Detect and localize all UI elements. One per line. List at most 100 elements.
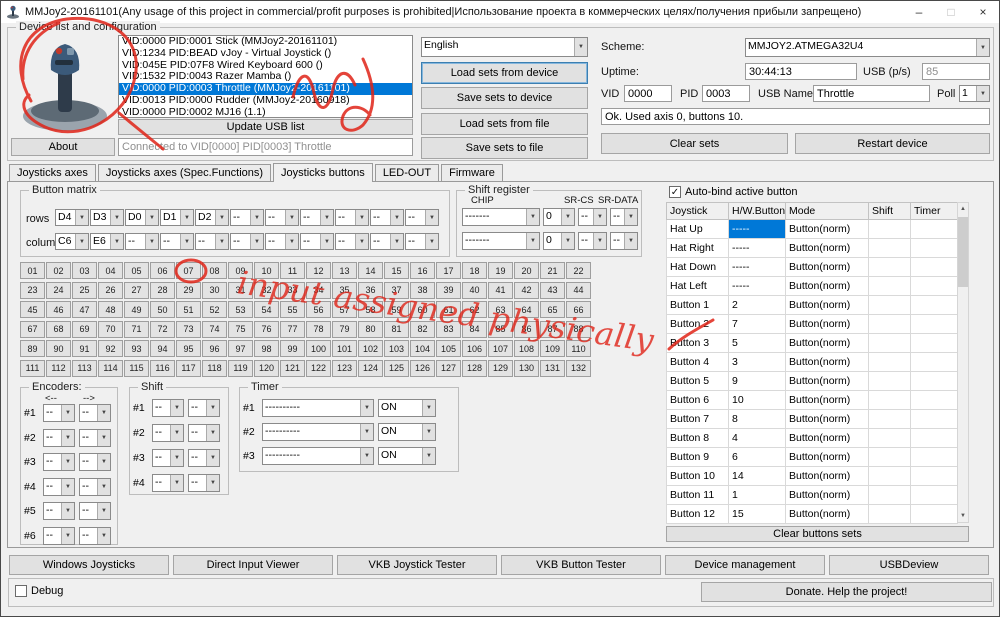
clear-sets-button[interactable]: Clear sets xyxy=(601,133,788,154)
close-icon[interactable]: × xyxy=(967,2,999,23)
bindings-cell[interactable]: Hat Up xyxy=(666,219,729,239)
matrix-column-select[interactable]: -- ▼ xyxy=(335,233,369,250)
shift-first-select[interactable]: -- ▼ xyxy=(152,424,184,442)
tab-led-out[interactable]: LED-OUT xyxy=(374,164,440,181)
scrollbar-thumb[interactable] xyxy=(958,217,968,287)
shift-first-select[interactable]: -- ▼ xyxy=(152,399,184,417)
matrix-button-106[interactable]: 106 xyxy=(462,340,487,358)
bindings-cell[interactable]: Button 11 xyxy=(666,485,729,505)
timer-on-select[interactable]: ON ▼ xyxy=(378,447,436,465)
bottom-button-vkb-joystick-tester[interactable]: VKB Joystick Tester xyxy=(337,555,497,575)
device-list-item[interactable]: VID:0000 PID:0002 MJ16 (1.1) xyxy=(119,106,412,117)
matrix-button-42[interactable]: 42 xyxy=(514,281,539,299)
matrix-button-37[interactable]: 37 xyxy=(384,281,409,299)
bindings-cell[interactable]: 2 xyxy=(728,295,786,315)
matrix-button-96[interactable]: 96 xyxy=(202,340,227,358)
tab-joysticks-buttons[interactable]: Joysticks buttons xyxy=(273,163,373,182)
load-sets-from-file-button[interactable]: Load sets from file xyxy=(421,113,588,135)
matrix-button-113[interactable]: 113 xyxy=(72,359,97,377)
table-row[interactable]: Button 11 1 Button(norm) xyxy=(666,485,958,505)
scheme-select[interactable]: MMJOY2.ATMEGA32U4 ▼ xyxy=(745,38,990,57)
sr-chip-select[interactable]: ------- ▼ xyxy=(462,232,540,250)
encoder-left-select[interactable]: -- ▼ xyxy=(43,477,75,496)
matrix-button-69[interactable]: 69 xyxy=(72,320,97,338)
bindings-cell[interactable] xyxy=(910,504,958,524)
matrix-button-27[interactable]: 27 xyxy=(124,281,149,299)
matrix-button-88[interactable]: 88 xyxy=(566,320,591,338)
matrix-button-12[interactable]: 12 xyxy=(306,262,331,279)
matrix-button-131[interactable]: 131 xyxy=(540,359,565,377)
bindings-cell[interactable]: Button(norm) xyxy=(785,257,869,277)
table-row[interactable]: Button 9 6 Button(norm) xyxy=(666,447,958,467)
matrix-button-87[interactable]: 87 xyxy=(540,320,565,338)
matrix-button-102[interactable]: 102 xyxy=(358,340,383,358)
matrix-button-38[interactable]: 38 xyxy=(410,281,435,299)
encoder-left-select[interactable]: -- ▼ xyxy=(43,526,75,545)
matrix-button-116[interactable]: 116 xyxy=(150,359,175,377)
matrix-button-80[interactable]: 80 xyxy=(358,320,383,338)
scroll-down-icon[interactable]: ▼ xyxy=(958,510,968,522)
bindings-cell[interactable] xyxy=(868,485,911,505)
bindings-cell[interactable] xyxy=(910,485,958,505)
sr-num-select[interactable]: 0 ▼ xyxy=(543,232,575,250)
matrix-button-127[interactable]: 127 xyxy=(436,359,461,377)
bindings-cell[interactable]: Button 2 xyxy=(666,314,729,334)
matrix-button-23[interactable]: 23 xyxy=(20,281,45,299)
sr-cs-select[interactable]: -- ▼ xyxy=(578,232,607,250)
device-list-item[interactable]: VID:1234 PID:BEAD vJoy - Virtual Joystic… xyxy=(119,47,412,60)
matrix-row-select[interactable]: D0 ▼ xyxy=(125,209,159,226)
shift-second-select[interactable]: -- ▼ xyxy=(188,399,220,417)
matrix-button-20[interactable]: 20 xyxy=(514,262,539,279)
matrix-button-51[interactable]: 51 xyxy=(176,301,201,319)
bindings-cell[interactable]: 5 xyxy=(728,333,786,353)
bindings-cell[interactable]: Button 4 xyxy=(666,352,729,372)
shift-second-select[interactable]: -- ▼ xyxy=(188,474,220,492)
bindings-cell[interactable] xyxy=(868,466,911,486)
bindings-cell[interactable] xyxy=(910,238,958,258)
matrix-button-118[interactable]: 118 xyxy=(202,359,227,377)
table-row[interactable]: Hat Down ----- Button(norm) xyxy=(666,257,958,277)
bindings-cell[interactable]: Button(norm) xyxy=(785,352,869,372)
matrix-button-13[interactable]: 13 xyxy=(332,262,357,279)
bindings-cell[interactable] xyxy=(910,257,958,277)
matrix-button-107[interactable]: 107 xyxy=(488,340,513,358)
matrix-button-115[interactable]: 115 xyxy=(124,359,149,377)
poll-select[interactable]: 1 ▼ xyxy=(959,85,990,102)
bindings-cell[interactable] xyxy=(868,276,911,296)
bindings-cell[interactable] xyxy=(910,314,958,334)
matrix-row-select[interactable]: D3 ▼ xyxy=(90,209,124,226)
matrix-button-22[interactable]: 22 xyxy=(566,262,591,279)
tab-joysticks-axes-spec-functions[interactable]: Joysticks axes (Spec.Functions) xyxy=(97,164,272,181)
matrix-column-select[interactable]: -- ▼ xyxy=(265,233,299,250)
matrix-button-54[interactable]: 54 xyxy=(254,301,279,319)
matrix-column-select[interactable]: -- ▼ xyxy=(195,233,229,250)
bindings-cell[interactable]: 15 xyxy=(728,504,786,524)
bindings-cell[interactable]: ----- xyxy=(728,276,786,296)
table-row[interactable]: Button 12 15 Button(norm) xyxy=(666,504,958,524)
matrix-button-9[interactable]: 09 xyxy=(228,262,253,279)
matrix-button-83[interactable]: 83 xyxy=(436,320,461,338)
tab-firmware[interactable]: Firmware xyxy=(441,164,503,181)
matrix-button-82[interactable]: 82 xyxy=(410,320,435,338)
bindings-cell[interactable]: ----- xyxy=(728,238,786,258)
bindings-cell[interactable] xyxy=(910,447,958,467)
matrix-button-62[interactable]: 62 xyxy=(462,301,487,319)
shift-first-select[interactable]: -- ▼ xyxy=(152,474,184,492)
bindings-cell[interactable] xyxy=(910,466,958,486)
matrix-button-58[interactable]: 58 xyxy=(358,301,383,319)
matrix-button-57[interactable]: 57 xyxy=(332,301,357,319)
matrix-button-53[interactable]: 53 xyxy=(228,301,253,319)
matrix-button-10[interactable]: 10 xyxy=(254,262,279,279)
bindings-cell[interactable] xyxy=(868,428,911,448)
clear-buttons-sets-button[interactable]: Clear buttons sets xyxy=(666,526,969,542)
matrix-row-select[interactable]: D4 ▼ xyxy=(55,209,89,226)
matrix-button-4[interactable]: 04 xyxy=(98,262,123,279)
matrix-button-122[interactable]: 122 xyxy=(306,359,331,377)
matrix-button-52[interactable]: 52 xyxy=(202,301,227,319)
bindings-cell[interactable]: 7 xyxy=(728,314,786,334)
bindings-cell[interactable] xyxy=(868,504,911,524)
restart-device-button[interactable]: Restart device xyxy=(795,133,990,154)
sr-data-select[interactable]: -- ▼ xyxy=(610,232,638,250)
matrix-column-select[interactable]: -- ▼ xyxy=(405,233,439,250)
matrix-button-15[interactable]: 15 xyxy=(384,262,409,279)
